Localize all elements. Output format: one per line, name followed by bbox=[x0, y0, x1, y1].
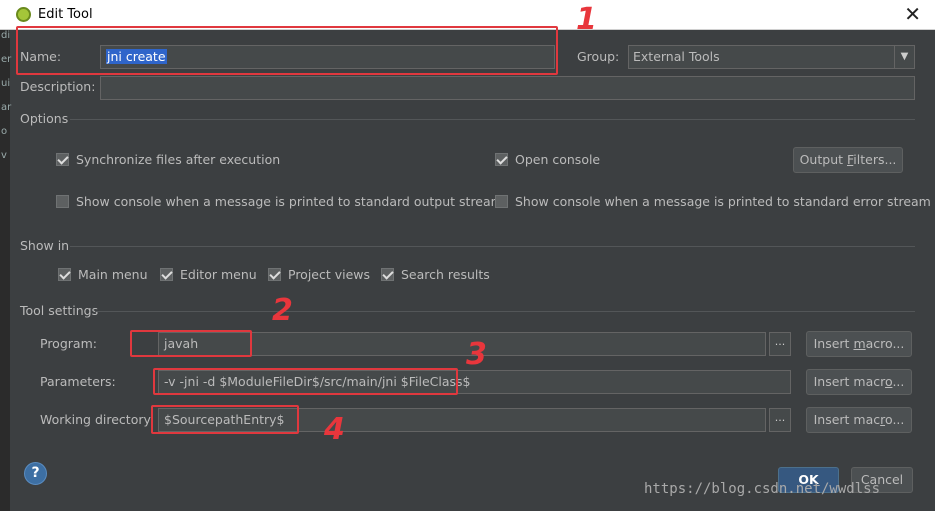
working-directory-browse-button[interactable]: ... bbox=[769, 408, 791, 432]
options-separator bbox=[70, 119, 915, 120]
ide-strip-text: ui bbox=[1, 78, 11, 89]
parameters-insert-macro-button[interactable]: Insert macro... bbox=[806, 369, 912, 395]
checkbox-checked-icon bbox=[160, 268, 173, 281]
project-views-label: Project views bbox=[288, 267, 371, 282]
close-button[interactable]: ✕ bbox=[904, 3, 921, 25]
name-label: Name: bbox=[20, 49, 62, 64]
program-field[interactable]: javah bbox=[158, 332, 766, 356]
working-directory-insert-macro-button[interactable]: Insert macro... bbox=[806, 407, 912, 433]
checkbox-checked-icon bbox=[56, 153, 69, 166]
ide-strip-text: di bbox=[1, 30, 11, 41]
search-results-checkbox[interactable]: Search results bbox=[381, 267, 490, 282]
group-label: Group: bbox=[577, 49, 620, 64]
checkbox-checked-icon bbox=[381, 268, 394, 281]
description-label: Description: bbox=[20, 79, 96, 94]
project-views-checkbox[interactable]: Project views bbox=[268, 267, 370, 282]
editor-menu-checkbox[interactable]: Editor menu bbox=[160, 267, 257, 282]
checkbox-unchecked-icon bbox=[495, 195, 508, 208]
program-browse-button[interactable]: ... bbox=[769, 332, 791, 356]
ide-strip-text: er bbox=[1, 54, 12, 65]
show-console-stdout-label: Show console when a message is printed t… bbox=[76, 194, 503, 209]
parameters-label: Parameters: bbox=[40, 374, 116, 389]
background-ide-strip: di er ui ar o v bbox=[0, 30, 12, 511]
program-label: Program: bbox=[40, 336, 97, 351]
show-console-stdout-checkbox[interactable]: Show console when a message is printed t… bbox=[56, 194, 503, 209]
program-insert-macro-button[interactable]: Insert macro... bbox=[806, 331, 912, 357]
chevron-down-icon[interactable]: ▼ bbox=[894, 46, 914, 68]
checkbox-checked-icon bbox=[268, 268, 281, 281]
parameters-field[interactable]: -v -jni -d $ModuleFileDir$/src/main/jni … bbox=[158, 370, 791, 394]
output-filters-button[interactable]: Output Filters... bbox=[793, 147, 903, 173]
title-bar: Edit Tool ✕ bbox=[0, 0, 935, 30]
working-directory-label: Working directory: bbox=[40, 412, 155, 427]
checkbox-checked-icon bbox=[58, 268, 71, 281]
show-console-stderr-checkbox[interactable]: Show console when a message is printed t… bbox=[495, 194, 931, 209]
show-in-section-title: Show in bbox=[20, 238, 70, 253]
window-title: Edit Tool bbox=[38, 7, 93, 22]
open-console-checkbox[interactable]: Open console bbox=[495, 152, 600, 167]
options-section-title: Options bbox=[20, 111, 69, 126]
name-value: jni create bbox=[106, 49, 167, 64]
android-studio-icon bbox=[16, 7, 31, 22]
show-in-separator bbox=[70, 246, 915, 247]
ide-strip-text: v bbox=[1, 150, 7, 161]
group-combobox[interactable]: External Tools ▼ bbox=[628, 45, 915, 69]
sync-files-checkbox[interactable]: Synchronize files after execution bbox=[56, 152, 280, 167]
tool-settings-section-title: Tool settings bbox=[20, 303, 99, 318]
main-menu-checkbox[interactable]: Main menu bbox=[58, 267, 148, 282]
sync-files-label: Synchronize files after execution bbox=[76, 152, 281, 167]
checkbox-unchecked-icon bbox=[56, 195, 69, 208]
ide-strip-text: o bbox=[1, 126, 8, 137]
working-directory-field[interactable]: $SourcepathEntry$ bbox=[158, 408, 766, 432]
main-menu-label: Main menu bbox=[78, 267, 148, 282]
watermark: https://blog.csdn.net/wwdlss bbox=[644, 481, 881, 497]
search-results-label: Search results bbox=[401, 267, 490, 282]
editor-menu-label: Editor menu bbox=[180, 267, 257, 282]
checkbox-checked-icon bbox=[495, 153, 508, 166]
show-console-stderr-label: Show console when a message is printed t… bbox=[515, 194, 931, 209]
help-button[interactable]: ? bbox=[24, 462, 47, 485]
description-field[interactable] bbox=[100, 76, 915, 100]
tool-settings-separator bbox=[95, 311, 915, 312]
name-field[interactable]: jni create bbox=[100, 45, 555, 69]
ide-strip-text: ar bbox=[1, 102, 12, 113]
open-console-label: Open console bbox=[515, 152, 601, 167]
group-value: External Tools bbox=[633, 49, 720, 64]
